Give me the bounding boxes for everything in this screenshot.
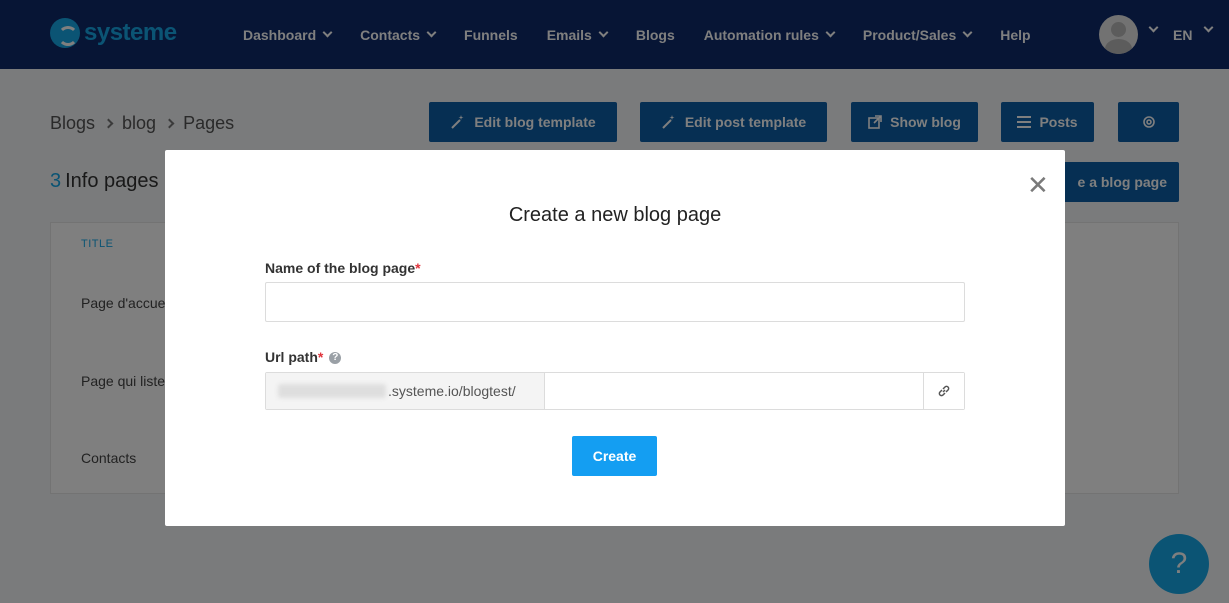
blurred-subdomain	[278, 384, 386, 398]
url-prefix-text: .systeme.io/blogtest/	[388, 383, 516, 399]
url-prefix: .systeme.io/blogtest/	[266, 373, 545, 409]
link-icon	[938, 385, 950, 397]
url-path-group: .systeme.io/blogtest/	[265, 372, 965, 410]
create-blog-page-modal: ✕ Create a new blog page Name of the blo…	[165, 150, 1065, 526]
required-mark: *	[317, 349, 324, 365]
create-button[interactable]: Create	[572, 436, 657, 476]
label-text: Name of the blog page	[265, 260, 416, 276]
label-text: Url path	[265, 349, 318, 365]
required-mark: *	[415, 260, 421, 276]
question-icon[interactable]: ?	[329, 352, 342, 365]
url-path-label: Url path*?	[265, 349, 342, 365]
blog-page-name-input[interactable]	[265, 282, 965, 322]
link-button[interactable]	[923, 373, 964, 409]
button-label: Create	[592, 448, 637, 464]
url-path-input[interactable]	[545, 373, 923, 409]
name-label: Name of the blog page*	[265, 260, 421, 276]
close-icon[interactable]: ✕	[1027, 172, 1049, 198]
modal-title: Create a new blog page	[508, 204, 722, 226]
